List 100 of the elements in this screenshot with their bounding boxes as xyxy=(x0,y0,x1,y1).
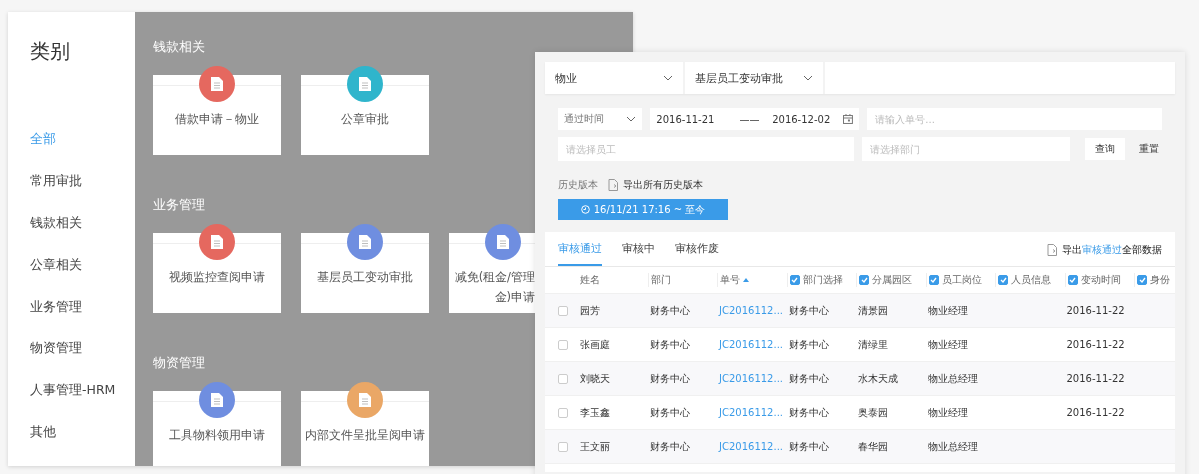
table-cell: 物业总经理 xyxy=(927,439,978,454)
export-history-link[interactable]: 导出所有历史版本 xyxy=(623,178,703,192)
time-dropdown[interactable]: 通过时间 xyxy=(558,108,643,130)
sidebar-item[interactable]: 业务管理 xyxy=(30,298,135,341)
table-cell: 清绿里 xyxy=(858,337,888,352)
checkbox[interactable] xyxy=(558,373,568,384)
checkbox[interactable] xyxy=(558,339,568,350)
column-header: 姓名 xyxy=(580,273,600,287)
card-title: 视频监控查阅申请 xyxy=(169,269,265,286)
table-cell: 财务中心 xyxy=(649,439,690,454)
table-cell: 物业经理 xyxy=(927,337,968,352)
tab[interactable]: 审核中 xyxy=(622,242,655,266)
table-cell: 春华园 xyxy=(858,439,888,454)
checkbox[interactable] xyxy=(1067,275,1078,285)
table-cell: 奥泰园 xyxy=(858,405,888,420)
section-heading: 钱款相关 xyxy=(153,38,205,56)
chevron-down-icon xyxy=(803,75,813,81)
table-cell: 2016-11-22 xyxy=(1066,407,1125,418)
sidebar-item[interactable]: 常用审批 xyxy=(30,172,135,215)
date-range-field[interactable]: 2016-11-21 —— 2016-12-02 xyxy=(650,108,860,130)
approval-card[interactable]: 工具物料领用申请 xyxy=(153,381,281,466)
table-cell: 物业总经理 xyxy=(927,371,978,386)
sort-icon[interactable] xyxy=(743,278,749,282)
column-header: 单号 xyxy=(720,273,740,287)
card-title: 公章审批 xyxy=(341,111,389,128)
checkbox[interactable] xyxy=(789,275,800,285)
tab[interactable]: 审核作废 xyxy=(675,242,719,266)
table-cell: 李玉鑫 xyxy=(580,405,610,420)
table-cell: 财务中心 xyxy=(788,405,829,420)
approval-card[interactable]: 视频监控查阅申请 xyxy=(153,223,281,313)
column-header: 身份 xyxy=(1150,273,1170,287)
dropdown[interactable]: 基层员工变动审批 xyxy=(685,62,825,94)
table-cell: 财务中心 xyxy=(649,371,690,386)
table-cell: 2016-11-22 xyxy=(1066,373,1125,384)
table-cell: 水木天成 xyxy=(858,371,898,386)
column-header: 部门选择 xyxy=(802,273,843,287)
card-title: 内部文件呈批呈阅申请 xyxy=(305,427,425,444)
table-cell: 物业经理 xyxy=(927,405,968,420)
checkbox[interactable] xyxy=(558,305,568,316)
sidebar-item[interactable]: 人事管理-HRM xyxy=(30,382,135,425)
table-cell: 刘晓天 xyxy=(580,371,610,386)
table-cell: 王文丽 xyxy=(580,439,610,454)
sidebar-title: 类别 xyxy=(30,38,71,65)
column-header: 人员信息 xyxy=(1011,273,1051,287)
table-cell: 物业经理 xyxy=(927,303,968,318)
table-cell: 2016-11-22 xyxy=(1066,305,1125,316)
card-title: 工具物料领用申请 xyxy=(169,427,265,444)
department-field[interactable]: 请选择部门 xyxy=(862,137,1070,161)
checkbox[interactable] xyxy=(558,407,568,418)
column-header: 变动时间 xyxy=(1080,273,1121,287)
page-icon xyxy=(358,76,372,92)
table-cell: 财务中心 xyxy=(649,303,690,318)
dropdown[interactable]: 物业 xyxy=(545,62,685,94)
checkbox[interactable] xyxy=(1137,275,1147,285)
section-heading: 物资管理 xyxy=(153,354,205,372)
file-icon xyxy=(1047,244,1057,256)
sidebar-item[interactable]: 公章相关 xyxy=(30,256,135,299)
approval-card[interactable]: 基层员工变动审批 xyxy=(301,223,429,313)
checkbox[interactable] xyxy=(558,441,568,452)
page-icon xyxy=(210,392,224,408)
table-cell: 张画庭 xyxy=(580,337,610,352)
checkbox[interactable] xyxy=(928,275,939,285)
file-icon xyxy=(608,179,618,191)
card-title: 借款申请－物业 xyxy=(175,111,259,128)
employee-field[interactable]: 请选择员工 xyxy=(558,137,854,161)
card-title: 金)申请 xyxy=(494,289,535,306)
table-cell: 财务中心 xyxy=(788,337,829,352)
page-icon xyxy=(496,234,510,250)
export-data-link[interactable]: 导出审核通过全部数据 xyxy=(1062,243,1162,257)
table-cell: 财务中心 xyxy=(649,405,690,420)
table-cell: 财务中心 xyxy=(788,303,829,318)
chevron-down-icon xyxy=(626,116,637,122)
page-icon xyxy=(210,234,224,250)
approval-card[interactable]: 内部文件呈批呈阅申请 xyxy=(301,381,429,466)
checkbox[interactable] xyxy=(998,275,1008,285)
approval-card[interactable]: 公章审批 xyxy=(301,65,429,155)
calendar-icon xyxy=(843,114,854,124)
card-title: 减免(租金/管理 xyxy=(454,269,535,286)
query-button[interactable]: 查询 xyxy=(1085,138,1125,160)
page-icon xyxy=(358,234,372,250)
card-title: 基层员工变动审批 xyxy=(317,269,413,286)
sidebar-item[interactable]: 其他 xyxy=(30,424,135,466)
approval-card[interactable]: 借款申请－物业 xyxy=(153,65,281,155)
table-cell: 2016-11-22 xyxy=(1066,339,1125,350)
checkbox[interactable] xyxy=(859,275,869,285)
table-cell: 财务中心 xyxy=(788,439,829,454)
history-label: 历史版本 xyxy=(558,178,598,192)
column-header: 部门 xyxy=(650,273,671,287)
sidebar-item[interactable]: 物资管理 xyxy=(30,340,135,383)
sidebar-item[interactable]: 钱款相关 xyxy=(30,214,135,257)
table-cell: 清景园 xyxy=(858,303,888,318)
table-cell: 财务中心 xyxy=(649,337,690,352)
page-icon xyxy=(210,76,224,92)
column-header: 分属园区 xyxy=(872,273,912,287)
approval-card[interactable]: 减免(租金/管理 金)申请 xyxy=(449,223,537,313)
column-header: 员工岗位 xyxy=(941,273,982,287)
reset-button[interactable]: 重置 xyxy=(1137,142,1161,156)
section-heading: 业务管理 xyxy=(153,196,205,214)
clock-icon xyxy=(580,205,590,214)
table-cell: 财务中心 xyxy=(788,371,829,386)
